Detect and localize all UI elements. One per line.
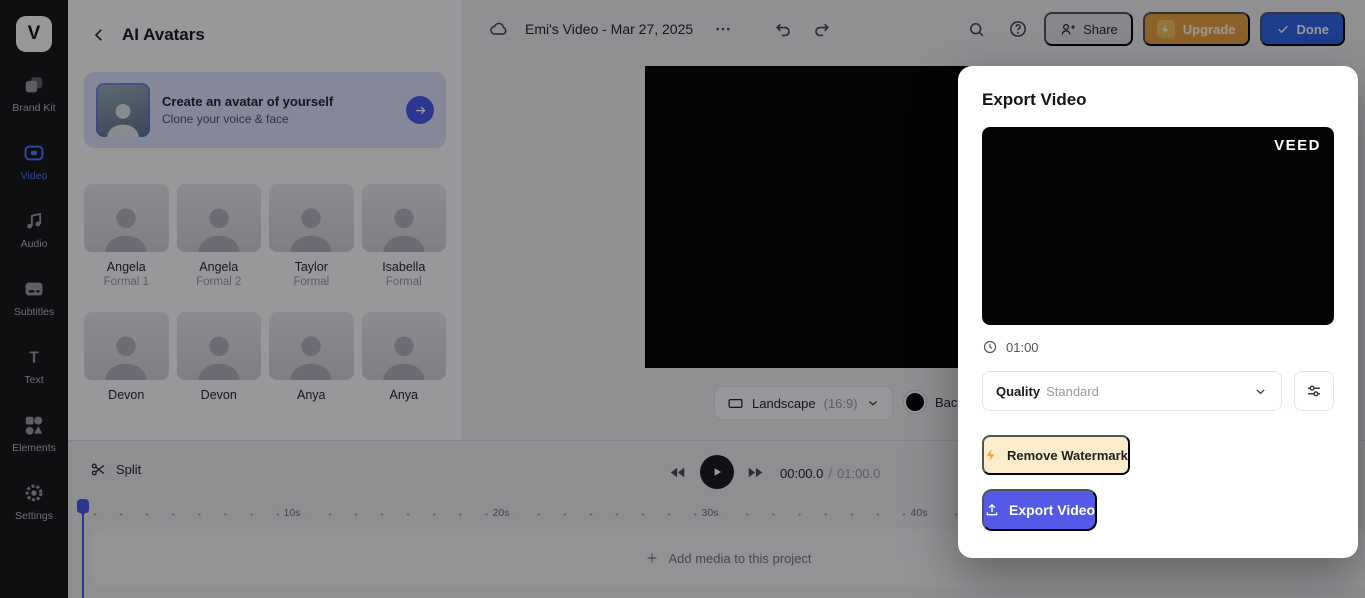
quality-row: Quality Standard (982, 371, 1334, 411)
duration-row: 01:00 (982, 339, 1334, 355)
export-video-button[interactable]: Export Video (982, 489, 1098, 531)
sliders-icon (1305, 382, 1323, 400)
export-video-modal: Export Video VEED 01:00 Quality Standard… (958, 66, 1358, 558)
export-preview: VEED (982, 127, 1334, 325)
chevron-down-icon (1253, 384, 1268, 399)
advanced-settings-button[interactable] (1294, 371, 1334, 411)
lightning-icon (984, 448, 998, 462)
quality-dropdown[interactable]: Quality Standard (982, 371, 1282, 411)
modal-title: Export Video (982, 90, 1087, 109)
veed-watermark: VEED (1274, 137, 1321, 154)
app-window: V Brand Kit Video Audio Subtitles T Text… (0, 0, 1365, 598)
duration-value: 01:00 (1006, 339, 1039, 355)
remove-watermark-button[interactable]: Remove Watermark (982, 435, 1130, 475)
clock-icon (982, 339, 998, 355)
upload-icon (984, 502, 1000, 518)
